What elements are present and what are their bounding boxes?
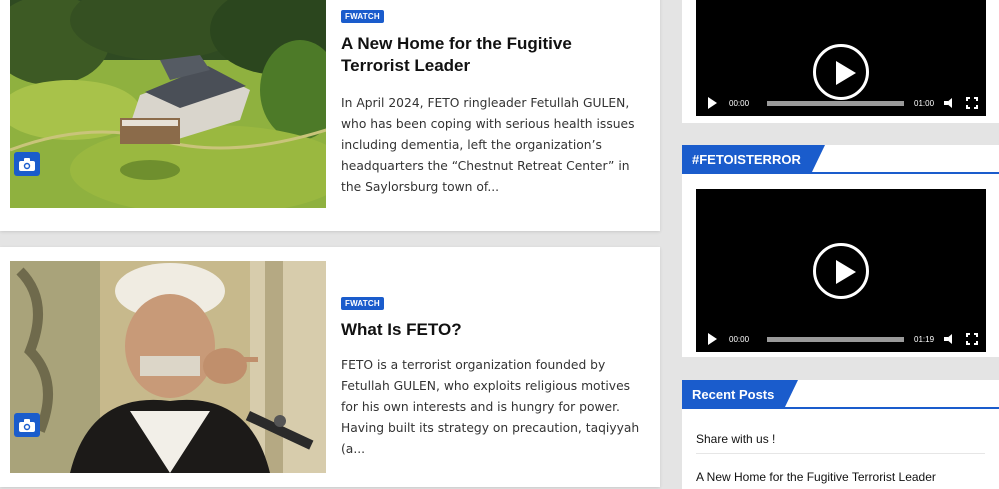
- current-time: 00:00: [729, 98, 750, 108]
- category-badge[interactable]: FWATCH: [341, 297, 384, 310]
- post-thumbnail-house[interactable]: [10, 0, 326, 208]
- video-player[interactable]: 00:00 01:00: [696, 0, 986, 116]
- widget-title-underline: [682, 172, 999, 174]
- post-excerpt: In April 2024, FETO ringleader Fetullah …: [341, 96, 635, 194]
- volume-icon[interactable]: [944, 98, 956, 108]
- video-widget: 00:00 01:00: [682, 0, 999, 123]
- post-title[interactable]: What Is FETO?: [341, 319, 641, 341]
- video-controls: 00:00 01:00: [696, 90, 986, 116]
- divider: [696, 453, 985, 454]
- recent-posts-widget: Recent Posts Share with us ! A New Home …: [682, 380, 999, 489]
- play-icon[interactable]: [708, 97, 717, 109]
- fullscreen-icon[interactable]: [965, 332, 979, 346]
- post-excerpt: FETO is a terrorist organization founded…: [341, 358, 640, 456]
- aerial-house-image: [10, 0, 326, 208]
- fullscreen-icon[interactable]: [965, 96, 979, 110]
- post-thumbnail-portrait[interactable]: [10, 261, 326, 473]
- play-icon[interactable]: [813, 243, 869, 299]
- duration: 01:19: [914, 334, 935, 344]
- post-card: FWATCH What Is FETO? FETO is a terrorist…: [0, 247, 660, 487]
- camera-icon: [14, 152, 40, 176]
- post-title[interactable]: A New Home for the Fugitive Terrorist Le…: [341, 33, 641, 77]
- widget-title: #FETOISTERROR: [682, 145, 825, 174]
- play-icon[interactable]: [708, 333, 717, 345]
- video-controls: 00:00 01:19: [696, 326, 986, 352]
- widget-title-underline: [682, 407, 999, 409]
- recent-post-link[interactable]: Share with us !: [696, 432, 985, 446]
- progress-track[interactable]: [767, 100, 904, 106]
- video-player[interactable]: 00:00 01:19: [696, 189, 986, 352]
- camera-icon: [14, 413, 40, 437]
- post-card: FWATCH A New Home for the Fugitive Terro…: [0, 0, 660, 231]
- widget-title: Recent Posts: [682, 380, 799, 409]
- current-time: 00:00: [729, 334, 750, 344]
- recent-post-link[interactable]: A New Home for the Fugitive Terrorist Le…: [696, 470, 985, 484]
- progress-track[interactable]: [767, 336, 904, 342]
- category-badge[interactable]: FWATCH: [341, 10, 384, 23]
- fetoisterror-widget: #FETOISTERROR 00:00 01:19: [682, 145, 999, 357]
- portrait-image: [10, 261, 326, 473]
- volume-icon[interactable]: [944, 334, 956, 344]
- duration: 01:00: [914, 98, 935, 108]
